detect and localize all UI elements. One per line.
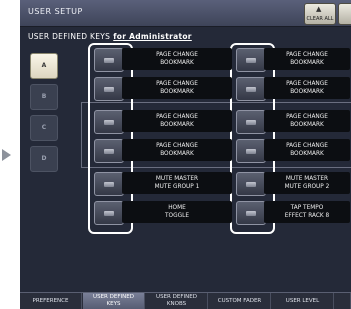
function-line: BOOKMARK	[160, 89, 194, 95]
column-divider	[81, 102, 82, 167]
key-led-icon	[246, 149, 256, 154]
function-line: BOOKMARK	[160, 122, 194, 128]
function-line: PAGE CHANGE	[156, 81, 198, 87]
user-key-left-1-button[interactable]	[94, 48, 124, 72]
tab-user-defined-keys[interactable]: USER DEFINED KEYS	[83, 293, 145, 309]
tab-preference[interactable]: PREFERENCE	[20, 293, 82, 309]
user-key-right-3-button[interactable]	[236, 110, 266, 134]
tab-bar: PREFERENCE USER DEFINED KEYS USER DEFINED…	[20, 292, 351, 309]
section-title-text: USER DEFINED KEYS	[28, 32, 111, 41]
user-key-left-6-function[interactable]: HOME TOGGLE	[122, 201, 232, 223]
tab-label: PREFERENCE	[32, 298, 69, 304]
key-led-icon	[104, 87, 114, 92]
section-title: USER DEFINED KEYS for Administrator	[28, 32, 192, 41]
bank-a-button[interactable]: A	[30, 53, 58, 79]
bank-b-button[interactable]: B	[30, 84, 58, 110]
user-key-right-1-button[interactable]	[236, 48, 266, 72]
function-line: PAGE CHANGE	[286, 114, 328, 120]
key-led-icon	[246, 87, 256, 92]
user-key-left-4-button[interactable]	[94, 139, 124, 163]
function-line: MUTE GROUP 1	[154, 184, 200, 190]
window-title: USER SETUP	[28, 7, 83, 16]
function-line: TOGGLE	[165, 213, 189, 219]
key-led-icon	[104, 149, 114, 154]
function-line: MUTE MASTER	[155, 176, 199, 182]
user-key-left-2-button[interactable]	[94, 77, 124, 101]
function-line: BOOKMARK	[160, 151, 194, 157]
function-line: PAGE CHANGE	[286, 143, 328, 149]
function-line: HOME	[168, 205, 186, 211]
key-led-icon	[104, 182, 114, 187]
function-line: BOOKMARK	[290, 89, 324, 95]
function-line: PAGE CHANGE	[286, 52, 328, 58]
clear-all-icon: ▲	[316, 5, 322, 13]
user-key-right-1-function[interactable]: PAGE CHANGE BOOKMARK	[264, 48, 350, 70]
close-button[interactable]	[338, 3, 351, 25]
tab-user-defined-knobs[interactable]: USER DEFINED KNOBS	[146, 293, 208, 309]
tab-label: USER LEVEL	[285, 298, 320, 304]
user-key-left-1-function[interactable]: PAGE CHANGE BOOKMARK	[122, 48, 232, 70]
key-led-icon	[246, 211, 256, 216]
function-line: BOOKMARK	[290, 60, 324, 66]
key-led-icon	[246, 182, 256, 187]
tab-more[interactable]	[335, 293, 351, 309]
pointer-arrow-icon	[2, 149, 11, 161]
clear-all-label: CLEAR ALL	[306, 16, 334, 22]
tab-label: CUSTOM FADER	[217, 298, 262, 304]
function-line: PAGE CHANGE	[156, 114, 198, 120]
user-key-right-3-function[interactable]: PAGE CHANGE BOOKMARK	[264, 110, 350, 132]
function-line: BOOKMARK	[160, 60, 194, 66]
bank-d-button[interactable]: D	[30, 146, 58, 172]
function-line: PAGE CHANGE	[156, 52, 198, 58]
function-line: MUTE GROUP 2	[284, 184, 330, 190]
user-key-left-6-button[interactable]	[94, 201, 124, 225]
key-led-icon	[246, 58, 256, 63]
user-key-left-2-function[interactable]: PAGE CHANGE BOOKMARK	[122, 77, 232, 99]
tab-label: KEYS	[106, 301, 121, 307]
function-line: TAP TEMPO	[290, 205, 324, 211]
function-line: PAGE CHANGE	[156, 143, 198, 149]
section-title-admin: for Administrator	[113, 32, 192, 41]
user-key-right-4-button[interactable]	[236, 139, 266, 163]
user-key-right-6-function[interactable]: TAP TEMPO EFFECT RACK 8	[264, 201, 350, 223]
user-key-left-3-button[interactable]	[94, 110, 124, 134]
user-key-right-4-function[interactable]: PAGE CHANGE BOOKMARK	[264, 139, 350, 161]
bank-c-button[interactable]: C	[30, 115, 58, 141]
title-bar: USER SETUP ▲ CLEAR ALL	[20, 0, 351, 27]
key-led-icon	[246, 120, 256, 125]
user-key-right-5-function[interactable]: MUTE MASTER MUTE GROUP 2	[264, 172, 350, 194]
function-line: MUTE MASTER	[285, 176, 329, 182]
tab-label: USER DEFINED	[156, 294, 197, 300]
key-led-icon	[104, 58, 114, 63]
function-line: EFFECT RACK 8	[284, 213, 330, 219]
function-line: PAGE CHANGE	[286, 81, 328, 87]
user-key-left-5-function[interactable]: MUTE MASTER MUTE GROUP 1	[122, 172, 232, 194]
user-key-left-4-function[interactable]: PAGE CHANGE BOOKMARK	[122, 139, 232, 161]
user-key-left-5-button[interactable]	[94, 172, 124, 196]
user-key-left-3-function[interactable]: PAGE CHANGE BOOKMARK	[122, 110, 232, 132]
tab-label: USER DEFINED	[93, 294, 134, 300]
tab-custom-fader[interactable]: CUSTOM FADER	[209, 293, 271, 309]
tab-user-level[interactable]: USER LEVEL	[272, 293, 334, 309]
user-key-right-2-button[interactable]	[236, 77, 266, 101]
user-setup-window: USER SETUP ▲ CLEAR ALL USER DEFINED KEYS…	[20, 0, 351, 309]
tab-label: KNOBS	[166, 301, 187, 307]
key-led-icon	[104, 120, 114, 125]
user-key-right-2-function[interactable]: PAGE CHANGE BOOKMARK	[264, 77, 350, 99]
clear-all-button[interactable]: ▲ CLEAR ALL	[304, 3, 336, 25]
user-key-right-6-button[interactable]	[236, 201, 266, 225]
function-line: BOOKMARK	[290, 122, 324, 128]
function-line: BOOKMARK	[290, 151, 324, 157]
key-led-icon	[104, 211, 114, 216]
user-key-right-5-button[interactable]	[236, 172, 266, 196]
